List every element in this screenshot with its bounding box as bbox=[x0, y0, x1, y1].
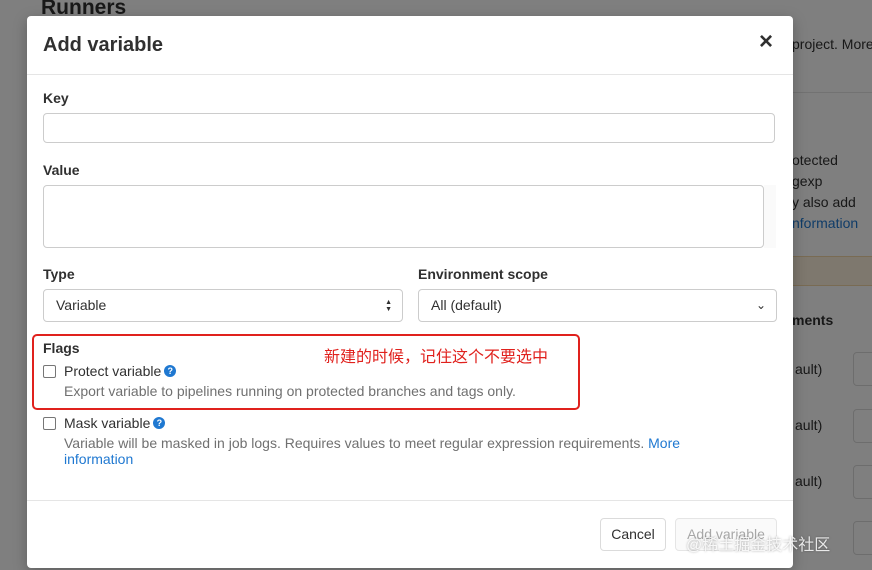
cancel-button[interactable]: Cancel bbox=[600, 518, 666, 551]
value-textarea[interactable] bbox=[43, 185, 764, 248]
annotation-note: 新建的时候，记住这个不要选中 bbox=[324, 349, 549, 366]
environment-scope-select[interactable]: All (default) ⌄ bbox=[418, 289, 777, 322]
environment-scope-label: Environment scope bbox=[418, 266, 548, 282]
sort-arrows-icon: ▲ ▼ bbox=[385, 299, 392, 313]
type-label: Type bbox=[43, 266, 75, 282]
mask-variable-label[interactable]: Mask variable? bbox=[64, 415, 166, 431]
close-icon[interactable]: × bbox=[755, 30, 777, 54]
modal-title: Add variable bbox=[43, 34, 164, 56]
modal-header: Add variable × bbox=[27, 16, 793, 75]
chevron-down-icon: ⌄ bbox=[755, 298, 766, 312]
add-variable-modal: Add variable × Key Value Type Variable ▲… bbox=[27, 16, 793, 568]
environment-scope-value: All (default) bbox=[431, 297, 502, 313]
key-input[interactable] bbox=[43, 113, 775, 143]
watermark: @稀土掘金技术社区 bbox=[686, 537, 831, 554]
value-label: Value bbox=[43, 162, 80, 178]
modal-footer: Cancel Add variable bbox=[27, 500, 793, 568]
mask-variable-help: Variable will be masked in job logs. Req… bbox=[64, 435, 681, 467]
type-select-value: Variable bbox=[56, 297, 107, 313]
question-icon[interactable]: ? bbox=[153, 417, 166, 429]
type-select[interactable]: Variable ▲ ▼ bbox=[43, 289, 403, 322]
key-label: Key bbox=[43, 90, 69, 106]
mask-variable-checkbox[interactable] bbox=[43, 417, 56, 430]
textarea-scrollbar[interactable] bbox=[764, 185, 776, 248]
